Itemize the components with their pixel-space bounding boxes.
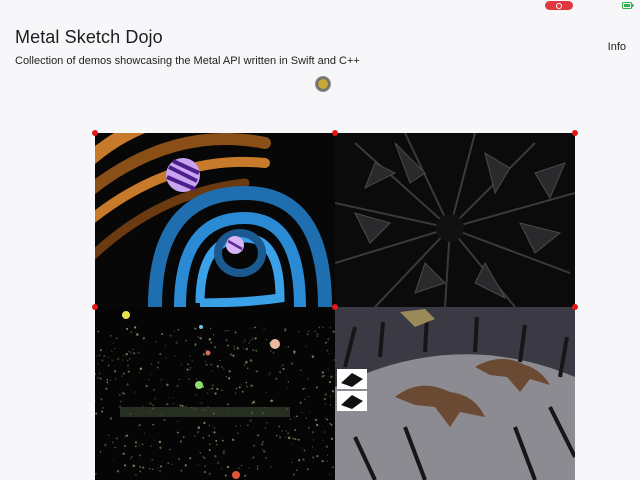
demo-grid <box>92 130 578 480</box>
demo-tile-tunnel[interactable] <box>95 133 335 307</box>
drag-handle-knob-icon <box>318 79 328 89</box>
corner-marker <box>332 130 338 136</box>
corner-marker <box>92 304 98 310</box>
corner-marker <box>572 130 578 136</box>
record-dot-icon <box>556 2 562 9</box>
demo-tile-dinosaurs[interactable] <box>335 307 575 480</box>
drag-handle[interactable] <box>315 76 331 92</box>
shard-burst-demo-icon <box>335 133 575 307</box>
corner-marker <box>92 130 98 136</box>
battery-charging-icon <box>622 2 634 9</box>
app-title: Metal Sketch Dojo <box>15 27 163 47</box>
demo-tile-particles[interactable] <box>95 307 335 480</box>
dinosaur-scene-demo-icon <box>335 307 575 480</box>
corner-marker <box>572 304 578 310</box>
tunnel-rings-demo-icon <box>95 133 335 307</box>
demo-tile-shards[interactable] <box>335 133 575 307</box>
screen-recording-icon[interactable] <box>545 1 573 10</box>
app-subtitle: Collection of demos showcasing the Metal… <box>15 55 360 67</box>
particle-field-demo-icon <box>95 307 335 480</box>
info-button[interactable]: Info <box>608 41 626 53</box>
corner-marker <box>332 304 338 310</box>
